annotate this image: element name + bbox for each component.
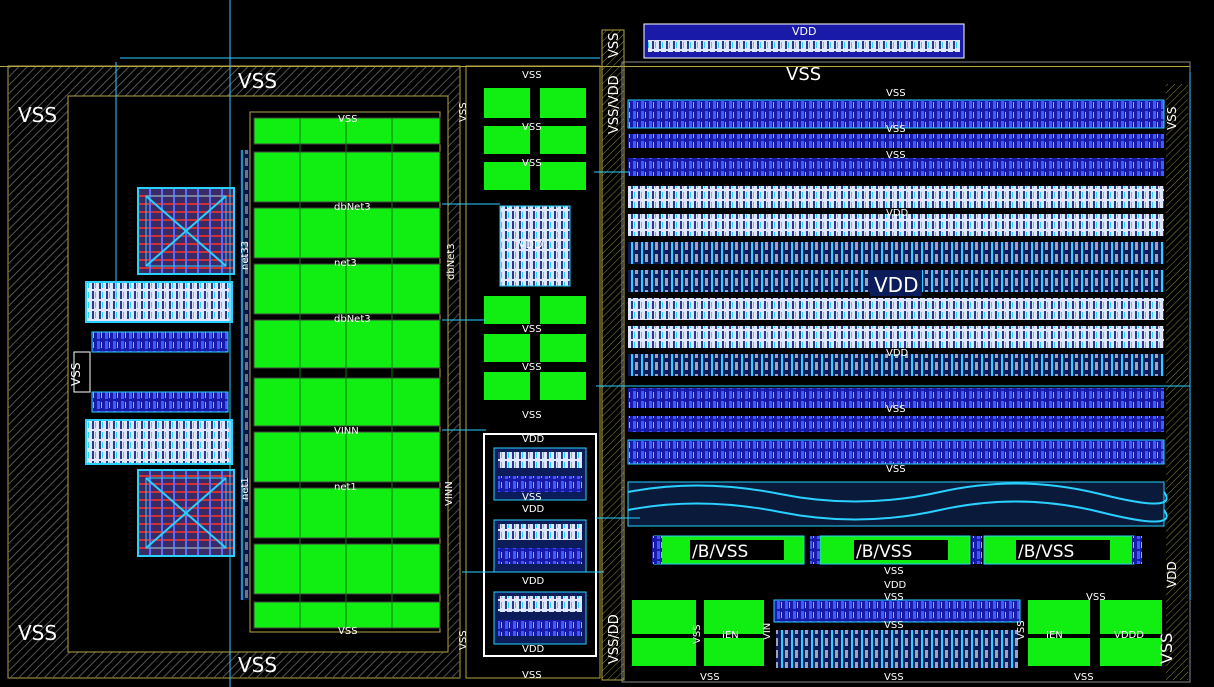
label-vss-bottom-left: VSS [18, 621, 57, 645]
label-dbnet3-b: dbNet3 [334, 314, 371, 325]
label-vss-bottom-right: VSS [1157, 633, 1176, 664]
label-vdd-mid: VDD [518, 238, 542, 251]
label-bvss-1: /B/VSS [692, 542, 748, 562]
label-vss-top-left: VSS [18, 103, 57, 127]
label-vss-vdd-rail: VSS/VDD [607, 75, 622, 134]
label-vss-cap-bottom: VSS [338, 626, 358, 637]
label-vss-b8: VSS [692, 624, 703, 644]
label-vss-mid-1: VSS [522, 122, 542, 133]
label-vdd-mid-3: VDD [522, 504, 545, 515]
label-vss-right-rail: VSS [1165, 107, 1179, 130]
label-vss-r2: VSS [886, 124, 906, 135]
label-net1: net1 [334, 482, 357, 493]
label-vss-dd-rail: VSS/DD [607, 614, 622, 664]
label-net3: net3 [334, 258, 357, 269]
layout-drawing[interactable]: VSS VSS VSS VSS VSS VSS VSS dbNet3 dbNet… [0, 0, 1214, 687]
label-vss-top-right: VSS [786, 64, 821, 85]
label-vdd-right-rail: VDD [1165, 561, 1179, 588]
label-vss-top: VSS [238, 69, 277, 93]
label-vss-r3: VSS [886, 150, 906, 161]
label-vss-mid-5: VSS [522, 410, 542, 421]
label-ien-2: IEN [1046, 630, 1063, 641]
label-ien-1: IEN [722, 630, 739, 641]
label-vss-b2: VSS [884, 592, 904, 603]
ic-layout-canvas[interactable]: VSS VSS VSS VSS VSS VSS VSS dbNet3 dbNet… [0, 0, 1214, 687]
label-vdd-mid-5: VDD [522, 644, 545, 655]
label-vdd-top: VDD [792, 25, 816, 38]
label-vdd-b1: VDD [884, 580, 907, 591]
label-net1-vert: net1 [240, 477, 251, 500]
label-vss-r4: VSS [886, 404, 906, 415]
label-vss-b5: VSS [700, 672, 720, 683]
label-vss-b4: VSS [884, 672, 904, 683]
label-vinn-vert: VINN [444, 481, 455, 506]
label-vss-rail-top: VSS [607, 33, 622, 58]
label-vddd: VDDD [1114, 630, 1144, 641]
middle-lower-devices[interactable] [483, 433, 597, 657]
label-vss-b3: VSS [884, 620, 904, 631]
label-vinn-cap: VINN [334, 426, 359, 437]
label-vdd-r1: VDD [886, 208, 909, 219]
bottom-cell-row[interactable] [632, 599, 1162, 668]
label-vss-mid-bottom: VSS [522, 670, 542, 681]
left-transistor-array-top[interactable] [137, 187, 235, 275]
label-vss-mid-2: VSS [522, 158, 542, 169]
label-vss-b1: VSS [884, 566, 904, 577]
label-dbnet3-vert: dbNet3 [446, 243, 457, 280]
label-vdd-mid-2: VDD [522, 434, 545, 445]
label-vdd-r2: VDD [886, 348, 909, 359]
label-vss-mid-6: VSS [522, 492, 542, 503]
label-vss-b7: VSS [1086, 592, 1106, 603]
label-bvss-3: /B/VSS [1018, 542, 1074, 562]
label-vss-cap-top: VSS [338, 114, 358, 125]
label-vss-r1: VSS [886, 88, 906, 99]
label-vss-left-stack: VSS [69, 363, 83, 386]
label-vss-b9: VSS [1016, 620, 1027, 640]
label-vss-r5: VSS [886, 464, 906, 475]
label-vss-mid-4: VSS [522, 362, 542, 373]
left-transistor-array-bottom[interactable] [137, 469, 235, 557]
label-vss-mid-left: VSS [458, 102, 469, 122]
label-vss-b6: VSS [1074, 672, 1094, 683]
label-vdd-mid-4: VDD [522, 576, 545, 587]
label-dbnet3-a: dbNet3 [334, 202, 371, 213]
label-vss-bottom: VSS [238, 653, 277, 677]
label-bvss-2: /B/VSS [856, 542, 912, 562]
label-vin: VIN [762, 623, 773, 640]
label-vss-mid-left-bottom: VSS [458, 630, 469, 650]
label-vdd-big: VDD [874, 273, 918, 297]
label-vss-mid-top: VSS [522, 70, 542, 81]
label-vss-mid-3: VSS [522, 324, 542, 335]
label-net33: net33 [240, 241, 251, 270]
